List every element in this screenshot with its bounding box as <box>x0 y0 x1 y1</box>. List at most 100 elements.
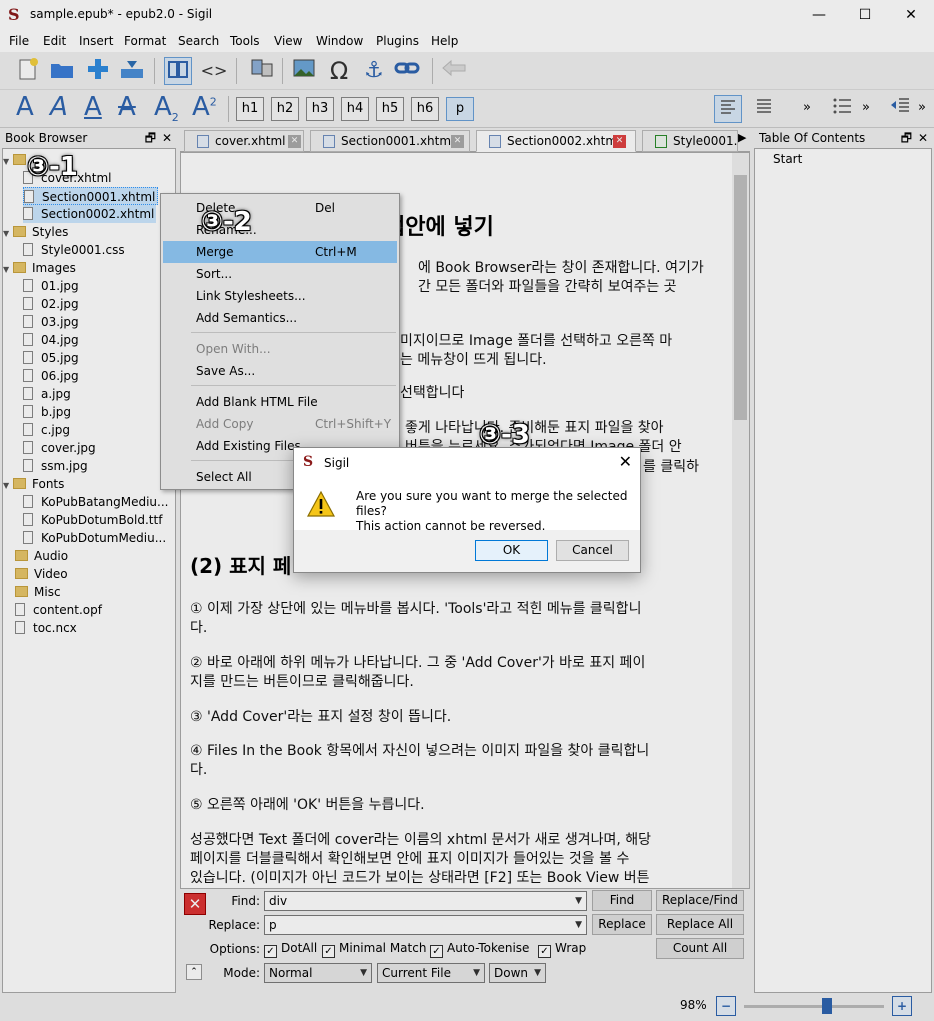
tree-item-toc-ncx[interactable]: toc.ncx <box>15 619 77 637</box>
tree-item-image[interactable]: a.jpg <box>23 385 71 403</box>
save-icon[interactable] <box>118 57 146 85</box>
code-view-icon[interactable]: <> <box>200 57 228 85</box>
menu-window[interactable]: Window <box>316 34 363 48</box>
text-bold-icon[interactable]: A <box>16 92 34 122</box>
menu-item-link-stylesheets[interactable]: Link Stylesheets... <box>163 285 397 307</box>
zoom-slider-thumb[interactable] <box>822 998 832 1014</box>
ok-button[interactable]: OK <box>475 540 548 561</box>
split-icon[interactable] <box>248 57 276 85</box>
option-auto-tokenise[interactable]: ✓ Auto-Tokenise <box>430 941 529 958</box>
new-file-icon[interactable] <box>14 57 42 85</box>
tree-item-image[interactable]: c.jpg <box>23 421 70 439</box>
replace-all-button[interactable]: Replace All <box>656 914 744 935</box>
list-icon[interactable] <box>828 95 856 123</box>
add-icon[interactable] <box>84 57 112 85</box>
float-panel-icon[interactable]: 🗗 <box>145 128 156 148</box>
tab-style0001[interactable]: Style0001.css <box>642 130 738 152</box>
tree-folder-styles[interactable]: ▼ Styles <box>3 223 68 241</box>
align-justify-icon[interactable] <box>750 95 778 123</box>
find-input[interactable]: div ▼ <box>264 891 587 911</box>
menu-help[interactable]: Help <box>431 34 458 48</box>
option-dotall[interactable]: ✓ DotAll <box>264 941 317 958</box>
heading-h4-button[interactable]: h4 <box>341 97 369 121</box>
tree-folder-fonts[interactable]: ▼ Fonts <box>3 475 64 493</box>
insert-special-char-icon[interactable]: Ω <box>325 57 353 85</box>
scope-select[interactable]: Current File ▼ <box>377 963 485 983</box>
open-folder-icon[interactable] <box>48 57 76 85</box>
zoom-in-icon[interactable]: + <box>892 996 912 1016</box>
zoom-slider[interactable] <box>744 998 884 1014</box>
tree-item-image[interactable]: b.jpg <box>23 403 71 421</box>
mode-select[interactable]: Normal ▼ <box>264 963 372 983</box>
replace-button[interactable]: Replace <box>592 914 652 935</box>
tree-item-image[interactable]: 04.jpg <box>23 331 79 349</box>
menu-edit[interactable]: Edit <box>43 34 66 48</box>
insert-anchor-icon[interactable]: ⚓ <box>360 57 388 85</box>
menu-format[interactable]: Format <box>124 34 166 48</box>
tree-folder-audio[interactable]: Audio <box>15 547 68 565</box>
heading-h2-button[interactable]: h2 <box>271 97 299 121</box>
tree-item-font[interactable]: KoPubDotumBold.ttf <box>23 511 162 529</box>
tree-item-image[interactable]: ssm.jpg <box>23 457 88 475</box>
text-strikethrough-icon[interactable]: A <box>118 92 136 122</box>
heading-h5-button[interactable]: h5 <box>376 97 404 121</box>
tree-item-image[interactable]: 03.jpg <box>23 313 79 331</box>
tree-item-image[interactable]: 06.jpg <box>23 367 79 385</box>
insert-image-icon[interactable] <box>290 57 318 85</box>
tree-item-image[interactable]: 05.jpg <box>23 349 79 367</box>
text-italic-icon[interactable]: A <box>50 92 68 122</box>
menu-item-delete[interactable]: Delete... Del <box>163 197 397 219</box>
tree-item-font[interactable]: KoPubDotumMediu... <box>23 529 166 547</box>
paragraph-button[interactable]: p <box>446 97 474 121</box>
close-tab-icon[interactable]: ✕ <box>451 135 464 148</box>
editor-scrollbar[interactable] <box>732 153 749 888</box>
menu-search[interactable]: Search <box>178 34 219 48</box>
heading-h1-button[interactable]: h1 <box>236 97 264 121</box>
menu-item-sort[interactable]: Sort... <box>163 263 397 285</box>
tree-item-section0001[interactable]: Section0001.xhtml <box>23 187 159 205</box>
menu-view[interactable]: View <box>274 34 302 48</box>
minimize-button[interactable]: — <box>796 0 842 30</box>
option-minimal-match[interactable]: ✓ Minimal Match <box>322 941 426 958</box>
menu-insert[interactable]: Insert <box>79 34 113 48</box>
tree-item-section0002[interactable]: Section0002.xhtml <box>23 205 157 223</box>
text-underline-icon[interactable]: A <box>84 92 102 122</box>
menu-item-save-as[interactable]: Save As... <box>163 360 397 382</box>
menu-item-add-semantics[interactable]: Add Semantics... <box>163 307 397 329</box>
tree-item-image[interactable]: cover.jpg <box>23 439 96 457</box>
toc-item-start[interactable]: Start <box>773 152 802 166</box>
count-all-button[interactable]: Count All <box>656 938 744 959</box>
find-button[interactable]: Find <box>592 890 652 911</box>
replace-find-button[interactable]: Replace/Find <box>656 890 744 911</box>
tab-section0002[interactable]: Section0002.xhtml ✕ <box>476 130 636 152</box>
replace-input[interactable]: p ▼ <box>264 915 587 935</box>
insert-link-icon[interactable] <box>393 57 421 85</box>
menu-tools[interactable]: Tools <box>230 34 260 48</box>
back-arrow-icon[interactable] <box>440 57 468 85</box>
float-panel-icon[interactable]: 🗗 <box>901 128 912 148</box>
close-panel-icon[interactable]: ✕ <box>162 128 172 148</box>
tab-section0001[interactable]: Section0001.xhtml ✕ <box>310 130 470 152</box>
tree-item-image[interactable]: 02.jpg <box>23 295 79 313</box>
menu-item-add-blank-html[interactable]: Add Blank HTML File <box>163 391 397 413</box>
tree-folder-video[interactable]: Video <box>15 565 68 583</box>
indent-icon[interactable] <box>886 95 914 123</box>
option-wrap[interactable]: ✓ Wrap <box>538 941 586 958</box>
tree-folder-images[interactable]: ▼ Images <box>3 259 76 277</box>
align-left-icon[interactable] <box>714 95 742 123</box>
heading-h3-button[interactable]: h3 <box>306 97 334 121</box>
close-find-icon[interactable]: ✕ <box>184 893 206 915</box>
toolbar-more-button-1[interactable]: » <box>803 100 811 115</box>
tree-item-font[interactable]: KoPubBatangMediu... <box>23 493 168 511</box>
close-button[interactable]: ✕ <box>888 0 934 30</box>
tree-item-content-opf[interactable]: content.opf <box>15 601 102 619</box>
tree-item-image[interactable]: 01.jpg <box>23 277 79 295</box>
direction-select[interactable]: Down ▼ <box>489 963 546 983</box>
tree-item-style0001[interactable]: Style0001.css <box>23 241 125 259</box>
menu-plugins[interactable]: Plugins <box>376 34 419 48</box>
close-panel-icon[interactable]: ✕ <box>918 128 928 148</box>
dialog-close-button[interactable]: ✕ <box>619 452 632 471</box>
text-superscript-icon[interactable]: A2 <box>192 92 217 122</box>
heading-h6-button[interactable]: h6 <box>411 97 439 121</box>
book-view-icon[interactable] <box>164 57 192 85</box>
